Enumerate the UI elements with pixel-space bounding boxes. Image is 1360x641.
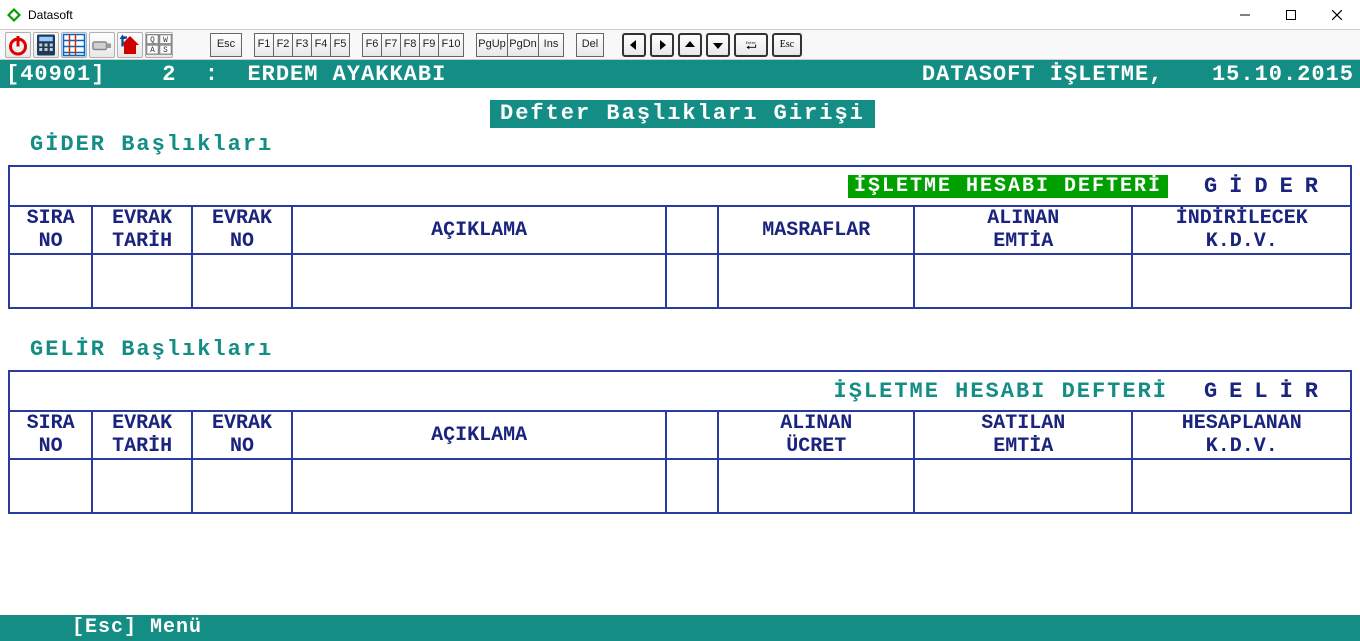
gider-col-aciklama: AÇIKLAMA — [292, 206, 666, 254]
arrow-down-icon[interactable] — [706, 33, 730, 57]
key-del[interactable]: Del — [576, 33, 604, 57]
key-f10[interactable]: F10 — [438, 33, 464, 57]
ribbon-product: DATASOFT İŞLETME, — [922, 62, 1163, 87]
ribbon-sep: : — [205, 62, 219, 87]
gider-col-blank — [666, 206, 718, 254]
key-esc[interactable]: Esc — [210, 33, 242, 57]
ribbon-company: ERDEM AYAKKABI — [247, 62, 446, 87]
svg-text:Enter: Enter — [746, 40, 757, 45]
gider-cell[interactable] — [666, 254, 718, 308]
esc-nav-button[interactable]: Esc — [772, 33, 802, 57]
window-controls — [1222, 0, 1360, 29]
app-icon — [6, 7, 22, 23]
key-f8[interactable]: F8 — [400, 33, 420, 57]
gelir-col-blank — [666, 411, 718, 459]
svg-text:S: S — [163, 47, 168, 55]
gider-col-c1: MASRAFLAR — [718, 206, 914, 254]
footer-hint: [Esc] Menü — [72, 615, 202, 641]
home-icon[interactable] — [117, 32, 143, 58]
key-f3[interactable]: F3 — [292, 33, 312, 57]
enter-key-icon[interactable]: Enter — [734, 33, 768, 57]
key-pgup[interactable]: PgUp — [476, 33, 508, 57]
gelir-cell[interactable] — [9, 459, 92, 513]
minimize-button[interactable] — [1222, 0, 1268, 29]
gider-cell[interactable] — [9, 254, 92, 308]
key-f1[interactable]: F1 — [254, 33, 274, 57]
gelir-col-aciklama: AÇIKLAMA — [292, 411, 666, 459]
key-ins[interactable]: Ins — [538, 33, 564, 57]
gider-title-cell: İŞLETME HESABI DEFTERİ GİDER — [9, 166, 1351, 206]
svg-text:A: A — [150, 47, 155, 55]
gider-col-sira: SIRA NO — [9, 206, 92, 254]
power-icon[interactable] — [5, 32, 31, 58]
gider-title-side: GİDER — [1192, 174, 1342, 199]
ribbon-code: [40901] — [6, 62, 105, 87]
key-group-f1-f5: F1 F2 F3 F4 F5 — [254, 33, 350, 57]
arrow-right-icon[interactable] — [650, 33, 674, 57]
gider-cell[interactable] — [192, 254, 292, 308]
grid-icon[interactable] — [61, 32, 87, 58]
gelir-col-sira: SIRA NO — [9, 411, 92, 459]
gelir-cell[interactable] — [914, 459, 1132, 513]
gelir-cell[interactable] — [192, 459, 292, 513]
gelir-col-eno: EVRAK NO — [192, 411, 292, 459]
gider-col-c2: ALINAN EMTİA — [914, 206, 1132, 254]
ribbon-date: 15.10.2015 — [1212, 62, 1354, 87]
key-f2[interactable]: F2 — [273, 33, 293, 57]
gider-cell[interactable] — [292, 254, 666, 308]
gelir-cell[interactable] — [92, 459, 192, 513]
gelir-col-etarih: EVRAK TARİH — [92, 411, 192, 459]
arrow-up-icon[interactable] — [678, 33, 702, 57]
arrow-left-icon[interactable] — [622, 33, 646, 57]
key-group-f6-f10: F6 F7 F8 F9 F10 — [362, 33, 464, 57]
key-group-esc: Esc — [210, 33, 242, 57]
calculator-icon[interactable] — [33, 32, 59, 58]
key-f9[interactable]: F9 — [419, 33, 439, 57]
gelir-title-cell: İŞLETME HESABI DEFTERİ GELİR — [9, 371, 1351, 411]
gider-cell[interactable] — [914, 254, 1132, 308]
gider-col-etarih: EVRAK TARİH — [92, 206, 192, 254]
gider-cell[interactable] — [718, 254, 914, 308]
close-button[interactable] — [1314, 0, 1360, 29]
key-f6[interactable]: F6 — [362, 33, 382, 57]
page-body: Defter Başlıkları Girişi GİDER Başlıklar… — [0, 88, 1360, 641]
gelir-title-side: GELİR — [1192, 379, 1342, 404]
gider-table: İŞLETME HESABI DEFTERİ GİDER SIRA NO EVR… — [8, 165, 1352, 309]
gider-cell[interactable] — [92, 254, 192, 308]
maximize-button[interactable] — [1268, 0, 1314, 29]
titlebar: Datasoft — [0, 0, 1360, 30]
gelir-col-c2: SATILAN EMTİA — [914, 411, 1132, 459]
gelir-title-highlight: İŞLETME HESABI DEFTERİ — [834, 379, 1168, 404]
gelir-cell[interactable] — [666, 459, 718, 513]
gelir-cell[interactable] — [718, 459, 914, 513]
key-f5[interactable]: F5 — [330, 33, 350, 57]
key-f7[interactable]: F7 — [381, 33, 401, 57]
gider-cell[interactable] — [1132, 254, 1351, 308]
info-ribbon: [40901] 2 : ERDEM AYAKKABI DATASOFT İŞLE… — [0, 60, 1360, 88]
key-pgdn[interactable]: PgDn — [507, 33, 539, 57]
keyboard-layout-icon[interactable]: QWAS — [145, 32, 173, 58]
gelir-table: İŞLETME HESABI DEFTERİ GELİR SIRA NO EVR… — [8, 370, 1352, 514]
key-f4[interactable]: F4 — [311, 33, 331, 57]
gider-section-label: GİDER Başlıkları — [30, 132, 1360, 157]
toolbar: QWAS Esc F1 F2 F3 F4 F5 F6 F7 F8 F9 F10 … — [0, 30, 1360, 60]
usb-icon[interactable] — [89, 32, 115, 58]
window-title: Datasoft — [28, 8, 73, 22]
footer-bar: [Esc] Menü — [0, 615, 1360, 641]
svg-text:W: W — [163, 37, 168, 45]
page-banner: Defter Başlıkları Girişi — [490, 100, 875, 128]
ribbon-company-num: 2 — [162, 62, 176, 87]
gelir-section-label: GELİR Başlıkları — [30, 337, 1360, 362]
gelir-col-c3: HESAPLANAN K.D.V. — [1132, 411, 1351, 459]
gider-col-c3: İNDİRİLECEK K.D.V. — [1132, 206, 1351, 254]
gider-title-highlight: İŞLETME HESABI DEFTERİ — [848, 175, 1168, 198]
gelir-col-c1: ALINAN ÜCRET — [718, 411, 914, 459]
svg-text:Q: Q — [150, 37, 155, 45]
gelir-cell[interactable] — [292, 459, 666, 513]
gider-col-eno: EVRAK NO — [192, 206, 292, 254]
key-group-del: Del — [576, 33, 604, 57]
key-group-pg: PgUp PgDn Ins — [476, 33, 564, 57]
gelir-cell[interactable] — [1132, 459, 1351, 513]
